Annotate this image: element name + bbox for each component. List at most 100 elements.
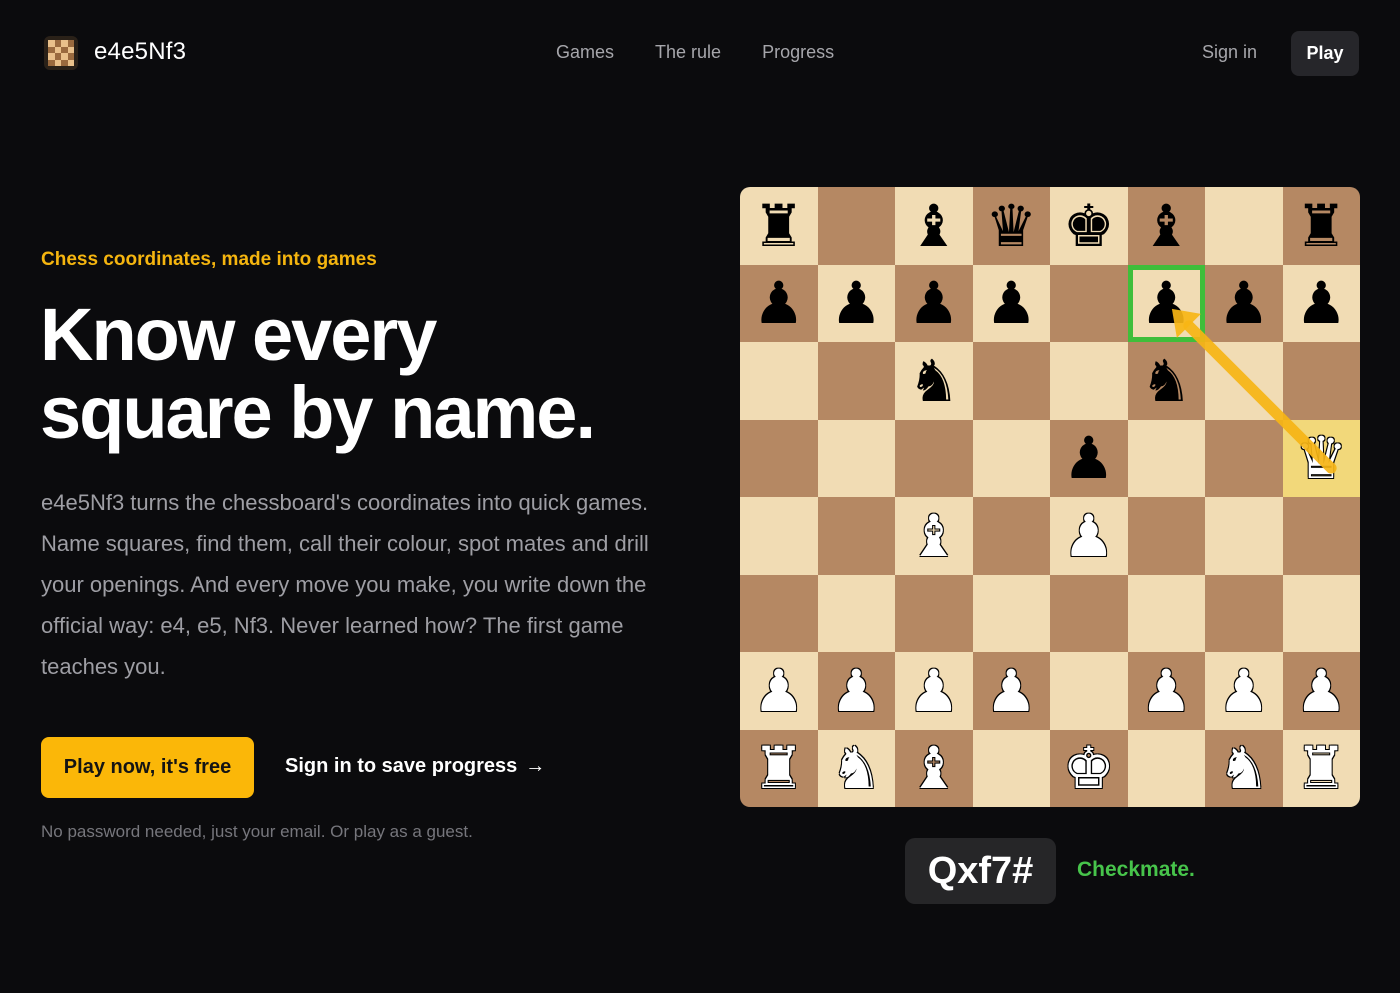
white-pawn-icon[interactable]: ♟ bbox=[1063, 507, 1115, 565]
square-h7[interactable]: ♟ bbox=[1282, 264, 1360, 342]
square-e8[interactable]: ♚ bbox=[1050, 187, 1128, 265]
black-pawn-icon[interactable]: ♟ bbox=[1295, 274, 1347, 332]
sign-in-save-progress-link[interactable]: Sign in to save progress → bbox=[285, 755, 545, 778]
square-c2[interactable]: ♟ bbox=[895, 652, 973, 730]
black-king-icon[interactable]: ♚ bbox=[1063, 197, 1115, 255]
white-knight-icon[interactable]: ♞ bbox=[1218, 739, 1270, 797]
white-rook-icon[interactable]: ♜ bbox=[1295, 739, 1347, 797]
black-pawn-icon[interactable]: ♟ bbox=[908, 274, 960, 332]
square-e2[interactable] bbox=[1050, 652, 1128, 730]
white-pawn-icon[interactable]: ♟ bbox=[908, 662, 960, 720]
square-c8[interactable]: ♝ bbox=[895, 187, 973, 265]
square-a3[interactable] bbox=[740, 574, 818, 652]
black-rook-icon[interactable]: ♜ bbox=[1295, 197, 1347, 255]
nav-link-the-rule[interactable]: The rule bbox=[655, 42, 721, 63]
square-f8[interactable]: ♝ bbox=[1127, 187, 1205, 265]
square-c5[interactable] bbox=[895, 419, 973, 497]
nav-link-games[interactable]: Games bbox=[556, 42, 614, 63]
square-f5[interactable] bbox=[1127, 419, 1205, 497]
square-e1[interactable]: ♚ bbox=[1050, 729, 1128, 807]
square-g1[interactable]: ♞ bbox=[1205, 729, 1283, 807]
black-pawn-icon[interactable]: ♟ bbox=[985, 274, 1037, 332]
square-b5[interactable] bbox=[817, 419, 895, 497]
black-pawn-icon[interactable]: ♟ bbox=[830, 274, 882, 332]
white-pawn-icon[interactable]: ♟ bbox=[753, 662, 805, 720]
square-h5[interactable]: ♛ bbox=[1282, 419, 1360, 497]
square-h3[interactable] bbox=[1282, 574, 1360, 652]
square-e6[interactable] bbox=[1050, 342, 1128, 420]
square-f1[interactable] bbox=[1127, 729, 1205, 807]
black-pawn-icon[interactable]: ♟ bbox=[1063, 429, 1115, 487]
black-pawn-icon[interactable]: ♟ bbox=[1140, 274, 1192, 332]
square-d6[interactable] bbox=[972, 342, 1050, 420]
square-h8[interactable]: ♜ bbox=[1282, 187, 1360, 265]
square-c7[interactable]: ♟ bbox=[895, 264, 973, 342]
square-e3[interactable] bbox=[1050, 574, 1128, 652]
play-button[interactable]: Play bbox=[1291, 31, 1359, 76]
play-now-button[interactable]: Play now, it's free bbox=[41, 737, 254, 798]
square-f6[interactable]: ♞ bbox=[1127, 342, 1205, 420]
white-pawn-icon[interactable]: ♟ bbox=[1218, 662, 1270, 720]
brand-name[interactable]: e4e5Nf3 bbox=[94, 38, 186, 66]
square-b3[interactable] bbox=[817, 574, 895, 652]
black-bishop-icon[interactable]: ♝ bbox=[1140, 197, 1192, 255]
square-g8[interactable] bbox=[1205, 187, 1283, 265]
black-pawn-icon[interactable]: ♟ bbox=[1218, 274, 1270, 332]
square-e7[interactable] bbox=[1050, 264, 1128, 342]
square-b8[interactable] bbox=[817, 187, 895, 265]
white-pawn-icon[interactable]: ♟ bbox=[985, 662, 1037, 720]
square-c4[interactable]: ♝ bbox=[895, 497, 973, 575]
square-h1[interactable]: ♜ bbox=[1282, 729, 1360, 807]
square-f3[interactable] bbox=[1127, 574, 1205, 652]
white-bishop-icon[interactable]: ♝ bbox=[908, 507, 960, 565]
square-d2[interactable]: ♟ bbox=[972, 652, 1050, 730]
white-pawn-icon[interactable]: ♟ bbox=[1295, 662, 1347, 720]
black-rook-icon[interactable]: ♜ bbox=[753, 197, 805, 255]
white-pawn-icon[interactable]: ♟ bbox=[1140, 662, 1192, 720]
white-knight-icon[interactable]: ♞ bbox=[830, 739, 882, 797]
square-b4[interactable] bbox=[817, 497, 895, 575]
white-bishop-icon[interactable]: ♝ bbox=[908, 739, 960, 797]
square-c1[interactable]: ♝ bbox=[895, 729, 973, 807]
square-f7[interactable]: ♟ bbox=[1127, 264, 1205, 342]
square-h4[interactable] bbox=[1282, 497, 1360, 575]
square-g2[interactable]: ♟ bbox=[1205, 652, 1283, 730]
square-a5[interactable] bbox=[740, 419, 818, 497]
square-g7[interactable]: ♟ bbox=[1205, 264, 1283, 342]
square-e5[interactable]: ♟ bbox=[1050, 419, 1128, 497]
square-d8[interactable]: ♛ bbox=[972, 187, 1050, 265]
square-a7[interactable]: ♟ bbox=[740, 264, 818, 342]
square-g3[interactable] bbox=[1205, 574, 1283, 652]
square-b6[interactable] bbox=[817, 342, 895, 420]
square-c3[interactable] bbox=[895, 574, 973, 652]
square-d1[interactable] bbox=[972, 729, 1050, 807]
square-d4[interactable] bbox=[972, 497, 1050, 575]
square-g6[interactable] bbox=[1205, 342, 1283, 420]
square-d5[interactable] bbox=[972, 419, 1050, 497]
white-king-icon[interactable]: ♚ bbox=[1063, 739, 1115, 797]
square-h2[interactable]: ♟ bbox=[1282, 652, 1360, 730]
square-d3[interactable] bbox=[972, 574, 1050, 652]
square-a6[interactable] bbox=[740, 342, 818, 420]
black-bishop-icon[interactable]: ♝ bbox=[908, 197, 960, 255]
black-queen-icon[interactable]: ♛ bbox=[985, 197, 1037, 255]
square-g4[interactable] bbox=[1205, 497, 1283, 575]
square-a1[interactable]: ♜ bbox=[740, 729, 818, 807]
square-a2[interactable]: ♟ bbox=[740, 652, 818, 730]
white-queen-icon[interactable]: ♛ bbox=[1295, 429, 1347, 487]
black-knight-icon[interactable]: ♞ bbox=[908, 352, 960, 410]
square-h6[interactable] bbox=[1282, 342, 1360, 420]
black-knight-icon[interactable]: ♞ bbox=[1140, 352, 1192, 410]
square-b7[interactable]: ♟ bbox=[817, 264, 895, 342]
square-f2[interactable]: ♟ bbox=[1127, 652, 1205, 730]
nav-link-progress[interactable]: Progress bbox=[762, 42, 834, 63]
black-pawn-icon[interactable]: ♟ bbox=[753, 274, 805, 332]
square-b2[interactable]: ♟ bbox=[817, 652, 895, 730]
square-d7[interactable]: ♟ bbox=[972, 264, 1050, 342]
square-a8[interactable]: ♜ bbox=[740, 187, 818, 265]
chessboard-logo-icon[interactable] bbox=[44, 36, 78, 70]
square-f4[interactable] bbox=[1127, 497, 1205, 575]
square-g5[interactable] bbox=[1205, 419, 1283, 497]
square-a4[interactable] bbox=[740, 497, 818, 575]
square-e4[interactable]: ♟ bbox=[1050, 497, 1128, 575]
